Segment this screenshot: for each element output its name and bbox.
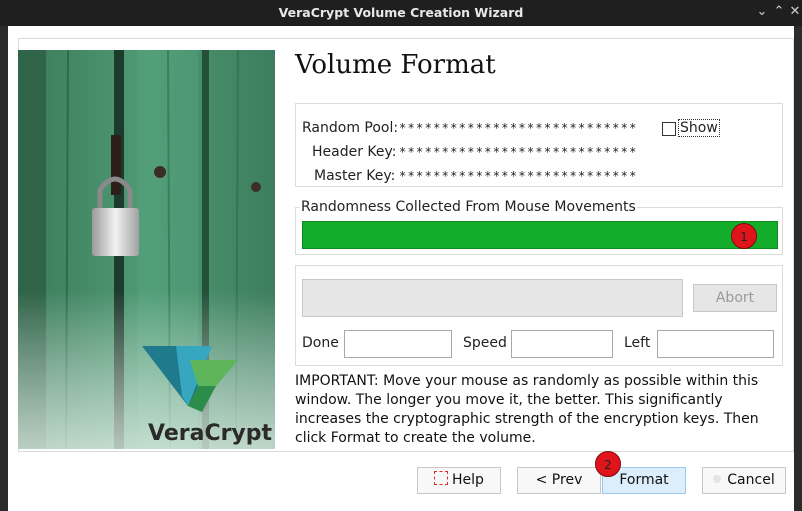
done-label: Done xyxy=(302,335,339,351)
randomness-progress-bar xyxy=(302,221,778,249)
random-pool-value: **************************** xyxy=(399,121,638,135)
master-key-label: Master Key: xyxy=(314,168,396,184)
cancel-button[interactable]: Cancel xyxy=(702,467,786,494)
show-label[interactable]: Show xyxy=(678,119,720,137)
done-field xyxy=(344,330,452,358)
help-button[interactable]: Help xyxy=(417,467,501,494)
window-title: VeraCrypt Volume Creation Wizard xyxy=(278,5,524,20)
title-bar: VeraCrypt Volume Creation Wizard ⌄ ⌃ ✕ xyxy=(0,0,802,26)
master-key-value: **************************** xyxy=(399,169,638,183)
annotation-marker-1: 1 xyxy=(731,223,757,249)
left-field xyxy=(657,330,774,358)
abort-button[interactable]: Abort xyxy=(693,284,777,312)
format-progress-bar xyxy=(302,279,683,317)
random-pool-label: Random Pool: xyxy=(302,120,399,136)
annotation-marker-2: 2 xyxy=(595,451,621,477)
prev-button[interactable]: < Prev xyxy=(517,467,601,494)
cancel-icon xyxy=(713,475,722,483)
header-key-value: **************************** xyxy=(399,145,638,159)
header-key-label: Header Key: xyxy=(312,144,397,160)
page-title: Volume Format xyxy=(295,50,496,80)
speed-label: Speed xyxy=(463,335,507,351)
show-checkbox[interactable] xyxy=(662,122,676,136)
important-notice: IMPORTANT: Move your mouse as randomly a… xyxy=(295,373,759,446)
speed-field xyxy=(511,330,613,358)
veracrypt-lock-image: VeraCrypt xyxy=(18,50,275,449)
veracrypt-brand-text: VeraCrypt xyxy=(148,421,273,446)
minimize-icon[interactable]: ⌄ xyxy=(753,3,771,21)
cancel-button-label: Cancel xyxy=(727,472,775,488)
wizard-window: VeraCrypt Volume Format Random Pool: ***… xyxy=(8,26,794,511)
help-icon xyxy=(434,471,449,485)
left-label: Left xyxy=(624,335,651,351)
help-button-label: Help xyxy=(452,472,484,488)
randomness-label: Randomness Collected From Mouse Movement… xyxy=(300,199,637,215)
close-icon[interactable]: ✕ xyxy=(786,3,802,21)
